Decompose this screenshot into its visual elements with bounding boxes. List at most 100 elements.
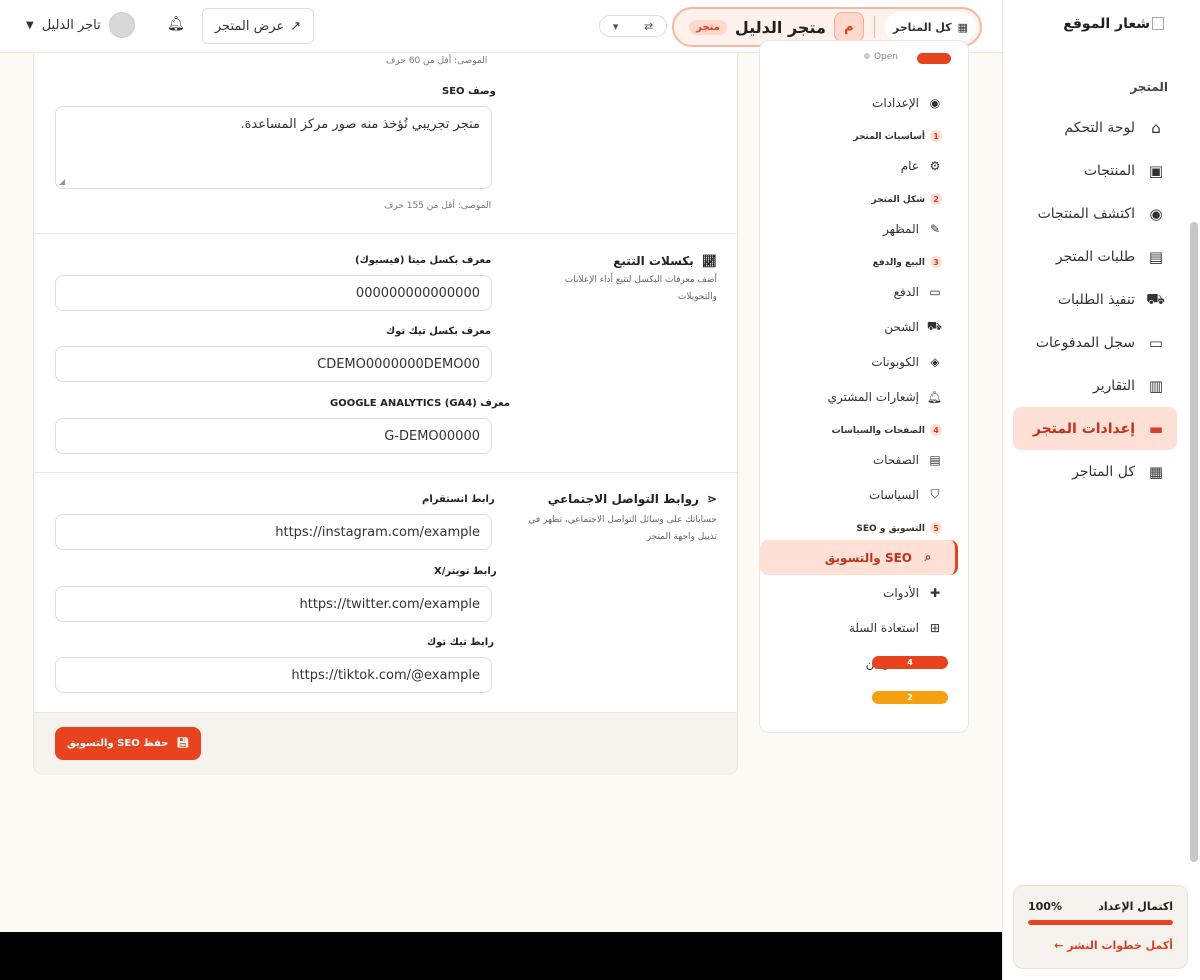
receipt-icon: ▤	[1148, 247, 1164, 266]
settings-nav-item[interactable]: ⌕ SEO والتسويق	[760, 540, 958, 575]
tiktok-pixel-input[interactable]: CDEMO0000000DEMO00	[55, 346, 492, 382]
seo-description-label: وصف SEO	[442, 86, 496, 97]
compass-icon: ◉	[1149, 204, 1163, 223]
logo-text: شعار الموقع	[1063, 16, 1150, 32]
tiktok-link-input[interactable]: https://tiktok.com/@example	[55, 657, 492, 693]
count-badge: 4	[872, 656, 948, 669]
seo-description-hint: الموصى: أقل من 155 حرف	[384, 201, 492, 211]
tracking-pixels-title: 📈︎ بكسلات التتبع	[613, 254, 717, 268]
sidebar-item-payments[interactable]: ▭ سجل المدفوعات	[1013, 321, 1177, 364]
step-number-badge: 3	[930, 256, 942, 268]
complete-publish-steps-link[interactable]: أكمل خطوات النشر ←	[1028, 939, 1173, 952]
settings-nav-item[interactable]: ◉ الإعدادات	[760, 85, 968, 120]
chart-icon: ▥	[1148, 376, 1164, 395]
bell-icon: 🔔︎	[926, 389, 942, 404]
main-sidebar: شعار الموقع المتجر ⌂ لوحة التحكم ▣ المنتجا…	[1002, 0, 1200, 980]
store-name: متجر الدليل	[734, 17, 826, 37]
scrollbar[interactable]	[1190, 222, 1198, 862]
store-switch-dropdown[interactable]: ⇄ ▾	[599, 15, 667, 37]
sidebar-item-reports[interactable]: ▥ التقارير	[1013, 364, 1177, 407]
section-divider	[34, 233, 737, 234]
notifications-bell-icon[interactable]: 🔔︎	[167, 16, 185, 32]
setup-progress-card: اكتمال الإعداد 100% أكمل خطوات النشر ←	[1013, 885, 1188, 969]
search-icon: ⌕	[924, 550, 932, 564]
sidebar-item-store-settings[interactable]: ▬ إعدادات المتجر	[1013, 407, 1177, 450]
count-badge: 2	[872, 691, 948, 704]
settings-group-heading: 1 أساسيات المتجر	[760, 120, 968, 148]
settings-nav-item[interactable]: ★التقييمات2	[760, 680, 968, 715]
settings-nav-item[interactable]: ▤ الصفحات	[760, 442, 968, 477]
sidebar-item-discover[interactable]: ◉ اكتشف المنتجات	[1013, 192, 1177, 235]
sidebar-item-all-stores[interactable]: ▦ كل المتاجر	[1013, 450, 1177, 493]
external-link-icon: ↗	[290, 18, 302, 34]
twitter-input[interactable]: https://twitter.com/example	[55, 586, 492, 622]
seo-description-textarea[interactable]: متجر تجريبي تُؤخذ منه صور مركز المساعدة.…	[55, 106, 492, 189]
tiktok-link-label: رابط تيك توك	[427, 637, 494, 648]
settings-group-heading: 3 البيع والدفع	[760, 246, 968, 274]
settings-subnav-list: ◉ الإعدادات 1 أساسيات المتجر ⚙ عام 2 شكل المتجر…	[760, 85, 968, 715]
screen-bottom-bar	[0, 932, 1002, 980]
settings-nav-item[interactable]: ✎ المظهر	[760, 211, 968, 246]
instagram-label: رابط انستقرام	[422, 494, 495, 505]
settings-subnav: Open ◉ الإعدادات 1 أساسيات المتجر ⚙ عام 2 شكل ا…	[759, 40, 969, 733]
user-name: تاجر الدليل	[41, 17, 101, 33]
user-menu[interactable]: تاجر الدليل ▼	[26, 12, 135, 38]
step-number-badge: 5	[930, 522, 942, 534]
step-number-badge: 1	[930, 130, 942, 142]
resize-handle-icon[interactable]: ◢	[59, 177, 65, 186]
settings-nav-item[interactable]: ✉المشتركين4	[760, 645, 968, 680]
brush-icon: ✎	[929, 221, 941, 236]
sidebar-item-orders[interactable]: ▤ طلبات المتجر	[1013, 235, 1177, 278]
grid-icon: ▦	[957, 20, 968, 34]
seo-title-hint: الموصى: أقل من 60 حرف	[386, 56, 488, 66]
shield-icon: ⛉	[930, 487, 940, 501]
twitter-label: رابط تويتر/X	[434, 566, 497, 577]
caret-down-icon: ▼	[26, 19, 34, 31]
save-seo-marketing-button[interactable]: 💾︎ حفظ SEO والتسويق	[55, 727, 201, 760]
ga4-input[interactable]: G-DEMO00000	[55, 418, 492, 454]
store-status-label: Open	[863, 52, 898, 62]
status-pill	[917, 53, 951, 64]
sidebar-item-products[interactable]: ▣ المنتجات	[1013, 149, 1177, 192]
chevron-down-icon: ▾	[612, 19, 619, 33]
status-dot	[863, 53, 870, 59]
card-footer: 💾︎ حفظ SEO والتسويق	[34, 712, 737, 775]
save-floppy-icon: 💾︎	[176, 738, 190, 749]
all-stores-button[interactable]: ▦ كل المتاجر	[884, 12, 976, 42]
truck-icon: ⛟	[926, 318, 942, 333]
compass-icon: ◉	[929, 95, 941, 110]
avatar	[108, 12, 135, 38]
social-links-desc: حساباتك على وسائل التواصل الاجتماعي، تظه…	[528, 515, 717, 542]
settings-nav-item[interactable]: ⊞ استعادة السلة	[760, 610, 968, 645]
settings-nav-item[interactable]: ⛟ الشحن	[760, 309, 968, 344]
divider	[873, 16, 875, 38]
sidebar-item-fulfillment[interactable]: ⛟ تنفيذ الطلبات	[1013, 278, 1177, 321]
swap-icon: ⇄	[643, 19, 654, 33]
truck-icon: ⛟	[1146, 289, 1165, 308]
settings-nav-item[interactable]: 🔔︎ إشعارات المشتري	[760, 379, 968, 414]
share-icon: ⋖	[706, 492, 717, 506]
settings-nav-item[interactable]: ✚ الأدوات	[760, 575, 968, 610]
meta-pixel-label: معرف بكسل ميتا (فيسبوك)	[355, 255, 492, 266]
setup-progress-fill	[1028, 920, 1173, 925]
sidebar-section-title: المتجر	[1130, 80, 1168, 94]
tags-icon: ◈	[930, 354, 940, 369]
settings-nav-item[interactable]: ▭ الدفع	[760, 274, 968, 309]
store-icon: ▬	[1148, 419, 1164, 438]
instagram-input[interactable]: https://instagram.com/example	[55, 514, 492, 550]
cart-icon: ⊞	[929, 620, 941, 635]
setup-progress-title: اكتمال الإعداد	[1098, 900, 1173, 913]
tiktok-pixel-label: معرف بكسل تيك توك	[386, 326, 492, 337]
setup-progress-bar	[1028, 920, 1173, 925]
view-store-button[interactable]: ↗ عرض المتجر	[202, 8, 314, 44]
ga4-label: معرف GOOGLE ANALYTICS (GA4)	[330, 398, 510, 409]
file-icon: ▤	[929, 452, 941, 467]
settings-nav-item[interactable]: ◈ الكوبونات	[760, 344, 968, 379]
site-logo[interactable]: شعار الموقع	[1063, 16, 1164, 32]
meta-pixel-input[interactable]: 000000000000000	[55, 275, 492, 311]
sidebar-item-dashboard[interactable]: ⌂ لوحة التحكم	[1013, 106, 1177, 149]
settings-nav-item[interactable]: ⛉ السياسات	[760, 477, 968, 512]
setup-progress-value: 100%	[1028, 900, 1062, 913]
settings-nav-item[interactable]: ⚙ عام	[760, 148, 968, 183]
step-number-badge: 4	[930, 424, 942, 436]
